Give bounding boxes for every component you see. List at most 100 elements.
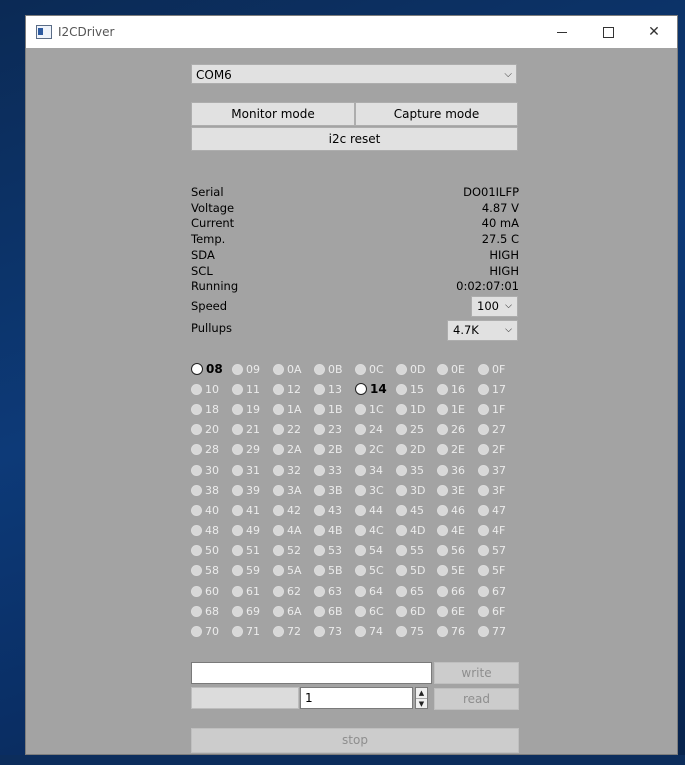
address-radio-53[interactable]: 53 bbox=[314, 541, 355, 561]
address-radio-56[interactable]: 56 bbox=[437, 541, 478, 561]
address-radio-55[interactable]: 55 bbox=[396, 541, 437, 561]
address-radio-49[interactable]: 49 bbox=[232, 521, 273, 541]
address-radio-61[interactable]: 61 bbox=[232, 581, 273, 601]
address-radio-3b[interactable]: 3B bbox=[314, 480, 355, 500]
address-radio-29[interactable]: 29 bbox=[232, 440, 273, 460]
address-radio-25[interactable]: 25 bbox=[396, 420, 437, 440]
address-radio-26[interactable]: 26 bbox=[437, 420, 478, 440]
address-radio-76[interactable]: 76 bbox=[437, 621, 478, 641]
read-count-input[interactable]: 1 bbox=[300, 687, 413, 709]
address-radio-22[interactable]: 22 bbox=[273, 420, 314, 440]
address-radio-48[interactable]: 48 bbox=[191, 521, 232, 541]
address-radio-0a[interactable]: 0A bbox=[273, 359, 314, 379]
title-bar[interactable]: I2CDriver ✕ bbox=[26, 16, 677, 48]
address-radio-27[interactable]: 27 bbox=[478, 420, 519, 440]
address-radio-68[interactable]: 68 bbox=[191, 601, 232, 621]
address-radio-1d[interactable]: 1D bbox=[396, 399, 437, 419]
address-radio-59[interactable]: 59 bbox=[232, 561, 273, 581]
port-select[interactable]: COM6 ⌵ bbox=[191, 64, 517, 84]
address-radio-5d[interactable]: 5D bbox=[396, 561, 437, 581]
address-radio-6f[interactable]: 6F bbox=[478, 601, 519, 621]
address-radio-23[interactable]: 23 bbox=[314, 420, 355, 440]
address-radio-30[interactable]: 30 bbox=[191, 460, 232, 480]
address-radio-50[interactable]: 50 bbox=[191, 541, 232, 561]
address-radio-40[interactable]: 40 bbox=[191, 500, 232, 520]
address-radio-12[interactable]: 12 bbox=[273, 379, 314, 399]
address-radio-75[interactable]: 75 bbox=[396, 621, 437, 641]
write-input[interactable] bbox=[191, 662, 432, 684]
address-radio-57[interactable]: 57 bbox=[478, 541, 519, 561]
address-radio-4f[interactable]: 4F bbox=[478, 521, 519, 541]
address-radio-72[interactable]: 72 bbox=[273, 621, 314, 641]
address-radio-67[interactable]: 67 bbox=[478, 581, 519, 601]
address-radio-6a[interactable]: 6A bbox=[273, 601, 314, 621]
address-radio-33[interactable]: 33 bbox=[314, 460, 355, 480]
address-radio-0e[interactable]: 0E bbox=[437, 359, 478, 379]
address-radio-62[interactable]: 62 bbox=[273, 581, 314, 601]
address-radio-4b[interactable]: 4B bbox=[314, 521, 355, 541]
address-radio-4d[interactable]: 4D bbox=[396, 521, 437, 541]
address-radio-41[interactable]: 41 bbox=[232, 500, 273, 520]
address-radio-3d[interactable]: 3D bbox=[396, 480, 437, 500]
address-radio-14[interactable]: 14 bbox=[355, 379, 396, 399]
address-radio-73[interactable]: 73 bbox=[314, 621, 355, 641]
address-radio-64[interactable]: 64 bbox=[355, 581, 396, 601]
address-radio-69[interactable]: 69 bbox=[232, 601, 273, 621]
read-button[interactable]: read bbox=[434, 688, 519, 710]
address-radio-24[interactable]: 24 bbox=[355, 420, 396, 440]
address-radio-6b[interactable]: 6B bbox=[314, 601, 355, 621]
address-radio-65[interactable]: 65 bbox=[396, 581, 437, 601]
address-radio-46[interactable]: 46 bbox=[437, 500, 478, 520]
address-radio-10[interactable]: 10 bbox=[191, 379, 232, 399]
address-radio-1e[interactable]: 1E bbox=[437, 399, 478, 419]
address-radio-15[interactable]: 15 bbox=[396, 379, 437, 399]
address-radio-74[interactable]: 74 bbox=[355, 621, 396, 641]
address-radio-32[interactable]: 32 bbox=[273, 460, 314, 480]
address-radio-60[interactable]: 60 bbox=[191, 581, 232, 601]
address-radio-16[interactable]: 16 bbox=[437, 379, 478, 399]
address-radio-2d[interactable]: 2D bbox=[396, 440, 437, 460]
close-icon[interactable]: ✕ bbox=[631, 16, 677, 48]
pullups-select[interactable]: 4.7K ⌵ bbox=[447, 320, 518, 341]
address-radio-4c[interactable]: 4C bbox=[355, 521, 396, 541]
address-radio-2e[interactable]: 2E bbox=[437, 440, 478, 460]
address-radio-08[interactable]: 08 bbox=[191, 359, 232, 379]
address-radio-5b[interactable]: 5B bbox=[314, 561, 355, 581]
address-radio-42[interactable]: 42 bbox=[273, 500, 314, 520]
write-button[interactable]: write bbox=[434, 662, 519, 684]
address-radio-43[interactable]: 43 bbox=[314, 500, 355, 520]
address-radio-11[interactable]: 11 bbox=[232, 379, 273, 399]
address-radio-2a[interactable]: 2A bbox=[273, 440, 314, 460]
arrow-down-icon[interactable]: ▼ bbox=[416, 699, 427, 709]
arrow-up-icon[interactable]: ▲ bbox=[416, 688, 427, 699]
address-radio-63[interactable]: 63 bbox=[314, 581, 355, 601]
i2c-reset-button[interactable]: i2c reset bbox=[191, 127, 518, 151]
address-radio-6d[interactable]: 6D bbox=[396, 601, 437, 621]
address-radio-2f[interactable]: 2F bbox=[478, 440, 519, 460]
address-radio-18[interactable]: 18 bbox=[191, 399, 232, 419]
address-radio-52[interactable]: 52 bbox=[273, 541, 314, 561]
address-radio-5e[interactable]: 5E bbox=[437, 561, 478, 581]
address-radio-09[interactable]: 09 bbox=[232, 359, 273, 379]
address-radio-4e[interactable]: 4E bbox=[437, 521, 478, 541]
address-radio-4a[interactable]: 4A bbox=[273, 521, 314, 541]
read-count-stepper[interactable]: ▲ ▼ bbox=[415, 687, 428, 709]
address-radio-5a[interactable]: 5A bbox=[273, 561, 314, 581]
address-radio-2b[interactable]: 2B bbox=[314, 440, 355, 460]
address-radio-17[interactable]: 17 bbox=[478, 379, 519, 399]
address-radio-44[interactable]: 44 bbox=[355, 500, 396, 520]
address-radio-70[interactable]: 70 bbox=[191, 621, 232, 641]
address-radio-1c[interactable]: 1C bbox=[355, 399, 396, 419]
address-radio-20[interactable]: 20 bbox=[191, 420, 232, 440]
address-radio-6e[interactable]: 6E bbox=[437, 601, 478, 621]
address-radio-0c[interactable]: 0C bbox=[355, 359, 396, 379]
address-radio-28[interactable]: 28 bbox=[191, 440, 232, 460]
address-radio-37[interactable]: 37 bbox=[478, 460, 519, 480]
address-radio-0b[interactable]: 0B bbox=[314, 359, 355, 379]
minimize-icon[interactable] bbox=[539, 16, 585, 48]
address-radio-5f[interactable]: 5F bbox=[478, 561, 519, 581]
address-radio-45[interactable]: 45 bbox=[396, 500, 437, 520]
address-radio-51[interactable]: 51 bbox=[232, 541, 273, 561]
monitor-mode-button[interactable]: Monitor mode bbox=[191, 102, 355, 126]
address-radio-0f[interactable]: 0F bbox=[478, 359, 519, 379]
